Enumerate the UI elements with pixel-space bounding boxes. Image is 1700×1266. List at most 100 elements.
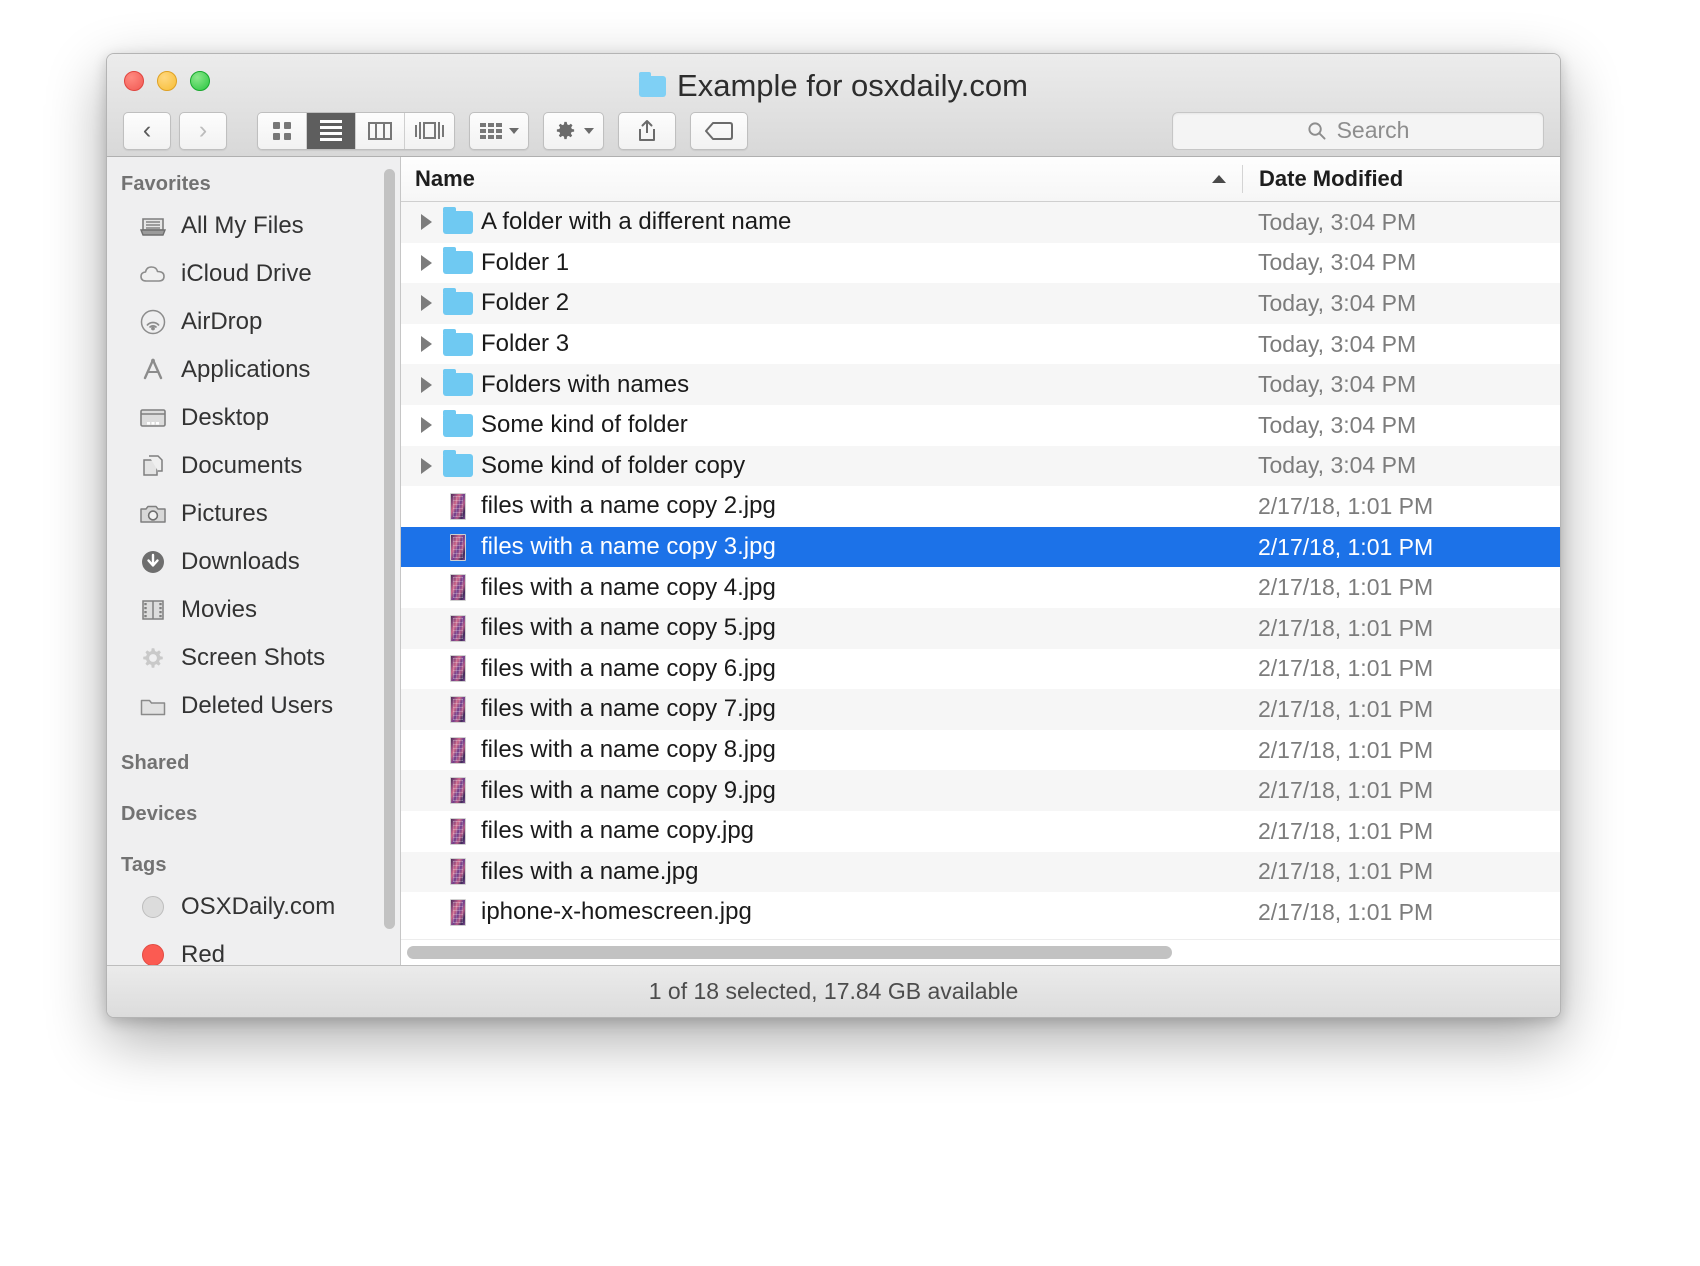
window-body: Favorites All My Files iCloud Drive AirD… — [107, 157, 1560, 965]
title-bar: Example for osxdaily.com ‹ › Search — [107, 54, 1560, 157]
table-row[interactable]: Folder 2 Today, 3:04 PM — [401, 283, 1560, 324]
airdrop-icon — [138, 308, 168, 336]
sidebar-item-all-my-files[interactable]: All My Files — [107, 202, 400, 250]
list-view-button[interactable] — [307, 112, 356, 149]
sidebar-item-label: Applications — [181, 356, 311, 383]
sidebar-item-label: Pictures — [181, 500, 268, 527]
chevron-right-icon: › — [198, 116, 208, 144]
table-row[interactable]: Folder 1 Today, 3:04 PM — [401, 242, 1560, 284]
sidebar-item-deleted-users[interactable]: Deleted Users — [107, 682, 400, 730]
window-title: Example for osxdaily.com — [107, 68, 1560, 104]
folder-icon — [441, 206, 475, 234]
file-name-cell: files with a name copy 9.jpg — [401, 777, 1242, 805]
sidebar-item-airdrop[interactable]: AirDrop — [107, 298, 400, 346]
film-icon — [138, 596, 168, 624]
file-name-label: Folder 1 — [481, 248, 570, 276]
finder-window: Example for osxdaily.com ‹ › Search Favo… — [106, 53, 1561, 1018]
table-row[interactable]: Folders with names Today, 3:04 PM — [401, 364, 1560, 405]
back-button[interactable]: ‹ — [123, 111, 171, 150]
sidebar-item-screen-shots[interactable]: Screen Shots — [107, 634, 400, 682]
gear-folder-icon — [138, 644, 168, 672]
chevron-down-icon — [584, 127, 594, 134]
file-name-cell: Folder 2 — [401, 287, 1242, 317]
all-my-files-icon — [138, 212, 168, 240]
file-name-label: files with a name copy 9.jpg — [481, 776, 776, 804]
share-icon — [636, 118, 658, 143]
icon-view-button[interactable] — [258, 112, 307, 149]
disclosure-triangle-icon[interactable] — [415, 295, 437, 312]
table-row[interactable]: files with a name copy.jpg 2/17/18, 1:01 … — [401, 810, 1560, 852]
jpg-thumbnail-icon — [441, 695, 475, 723]
column-header-date-modified[interactable]: Date Modified — [1242, 165, 1560, 193]
horizontal-scrollbar-thumb[interactable] — [407, 946, 1172, 959]
date-modified-cell: 2/17/18, 1:01 PM — [1258, 655, 1434, 682]
sidebar-tag-red[interactable]: Red — [107, 931, 400, 965]
table-row[interactable]: files with a name.jpg 2/17/18, 1:01 PM — [401, 851, 1560, 893]
arrange-button[interactable] — [469, 111, 529, 150]
table-row[interactable]: files with a name copy 2.jpg 2/17/18, 1:0… — [401, 486, 1560, 527]
file-list-header: Name Date Modified — [401, 157, 1560, 202]
column-header-name-label: Name — [415, 166, 475, 191]
table-row[interactable]: files with a name copy 4.jpg 2/17/18, 1:0… — [401, 567, 1560, 608]
date-modified-cell: Today, 3:04 PM — [1258, 249, 1417, 276]
sidebar-item-downloads[interactable]: Downloads — [107, 538, 400, 586]
date-modified-cell: 2/17/18, 1:01 PM — [1258, 533, 1434, 560]
download-icon — [138, 548, 168, 576]
sidebar-item-label: Desktop — [181, 404, 270, 431]
sidebar: Favorites All My Files iCloud Drive AirD… — [107, 157, 401, 965]
date-modified-cell: 2/17/18, 1:01 PM — [1258, 574, 1434, 601]
search-input[interactable]: Search — [1172, 111, 1544, 150]
file-name-label: files with a name copy 6.jpg — [481, 654, 776, 682]
sidebar-item-movies[interactable]: Movies — [107, 586, 400, 634]
sidebar-item-label: Screen Shots — [181, 644, 326, 671]
navigation-buttons: ‹ › — [123, 111, 227, 150]
disclosure-triangle-icon[interactable] — [415, 214, 437, 231]
sidebar-item-pictures[interactable]: Pictures — [107, 490, 400, 538]
table-row[interactable]: Some kind of folder copy Today, 3:04 PM — [401, 445, 1560, 487]
column-header-name[interactable]: Name — [401, 166, 1242, 192]
table-row[interactable]: files with a name copy 3.jpg 2/17/18, 1:0… — [401, 526, 1560, 568]
table-row[interactable]: Some kind of folder Today, 3:04 PM — [401, 404, 1560, 446]
table-row[interactable]: A folder with a different name Today, 3:0… — [401, 202, 1560, 243]
disclosure-triangle-icon[interactable] — [415, 376, 437, 393]
sidebar-item-desktop[interactable]: Desktop — [107, 394, 400, 442]
jpg-thumbnail-icon — [441, 533, 475, 561]
file-name-cell: iphone-x-homescreen.jpg — [401, 898, 1242, 926]
table-row[interactable]: files with a name copy 7.jpg 2/17/18, 1:0… — [401, 689, 1560, 730]
disclosure-triangle-icon[interactable] — [415, 417, 437, 434]
file-name-cell: Some kind of folder copy — [401, 450, 1242, 480]
tag-dot-red-icon — [138, 941, 168, 965]
sidebar-section-header-favorites: Favorites — [121, 173, 211, 195]
disclosure-triangle-icon[interactable] — [415, 336, 437, 353]
jpg-thumbnail-icon — [441, 777, 475, 805]
sidebar-item-documents[interactable]: Documents — [107, 442, 400, 490]
sidebar-scrollbar[interactable] — [384, 169, 395, 929]
file-name-label: Folder 2 — [481, 289, 570, 317]
table-row[interactable]: files with a name copy 5.jpg 2/17/18, 1:0… — [401, 607, 1560, 649]
sidebar-item-label: Deleted Users — [181, 692, 334, 719]
column-header-date-label: Date Modified — [1259, 166, 1404, 191]
disclosure-triangle-icon[interactable] — [415, 457, 437, 474]
disclosure-triangle-icon[interactable] — [415, 254, 437, 271]
sidebar-item-icloud-drive[interactable]: iCloud Drive — [107, 250, 400, 298]
desktop-icon — [138, 404, 168, 432]
file-name-cell: files with a name.jpg — [401, 858, 1242, 886]
table-row[interactable]: files with a name copy 8.jpg 2/17/18, 1:0… — [401, 729, 1560, 771]
sidebar-tag-osxdaily[interactable]: OSXDaily.com — [107, 883, 400, 931]
file-name-label: Some kind of folder copy — [481, 451, 746, 479]
table-row[interactable]: Folder 3 Today, 3:04 PM — [401, 323, 1560, 365]
table-row[interactable]: files with a name copy 6.jpg 2/17/18, 1:0… — [401, 648, 1560, 690]
share-button[interactable] — [618, 111, 676, 150]
folder-icon — [639, 71, 667, 97]
horizontal-scrollbar[interactable] — [401, 939, 1560, 965]
forward-button[interactable]: › — [179, 111, 227, 150]
tag-button[interactable] — [690, 111, 748, 150]
jpg-thumbnail-icon — [441, 898, 475, 926]
cloud-icon — [138, 260, 168, 288]
action-menu-button[interactable] — [543, 111, 604, 150]
column-view-button[interactable] — [356, 112, 405, 149]
coverflow-view-button[interactable] — [405, 112, 454, 149]
sidebar-item-applications[interactable]: Applications — [107, 346, 400, 394]
table-row[interactable]: iphone-x-homescreen.jpg 2/17/18, 1:01 PM — [401, 892, 1560, 933]
table-row[interactable]: files with a name copy 9.jpg 2/17/18, 1:0… — [401, 770, 1560, 811]
